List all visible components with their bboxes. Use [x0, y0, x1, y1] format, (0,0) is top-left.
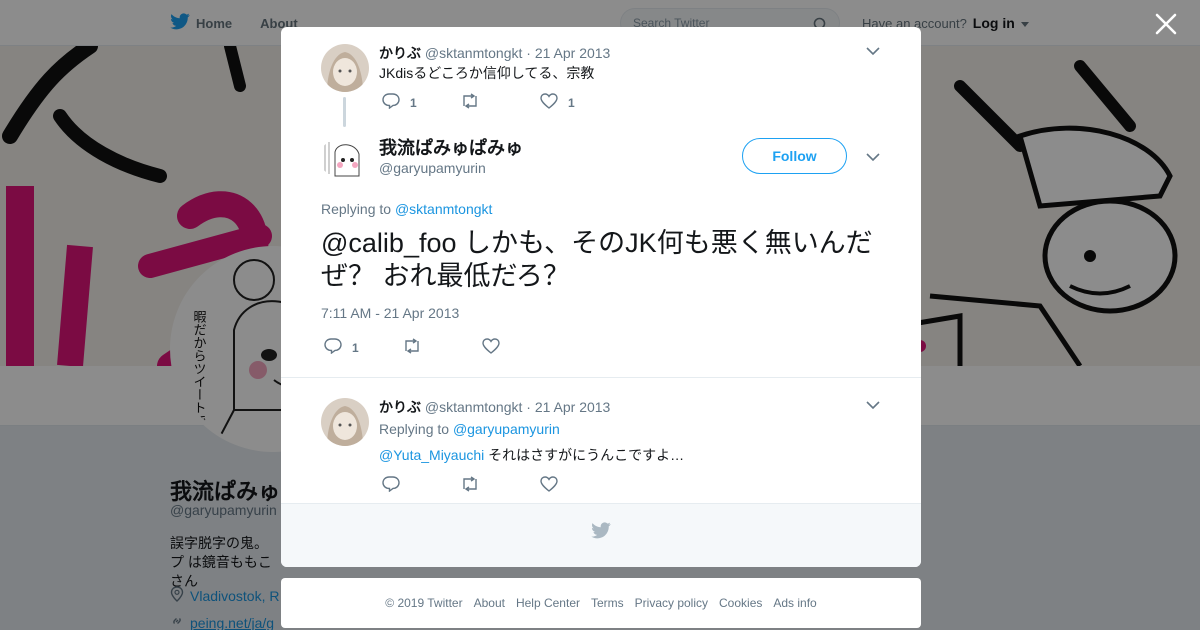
replying-to-label: Replying to [321, 201, 392, 217]
reply-button[interactable]: 1 [382, 93, 460, 112]
replying-to-link[interactable]: @sktanmtongkt [395, 201, 492, 217]
reply-count: 1 [352, 340, 359, 355]
footer-link-terms[interactable]: Terms [591, 596, 624, 610]
chevron-down-icon[interactable] [865, 43, 881, 59]
footer-link-privacy-policy[interactable]: Privacy policy [635, 596, 708, 610]
avatar[interactable] [321, 134, 369, 182]
tweet-date[interactable]: 21 Apr 2013 [535, 399, 611, 415]
retweet-button[interactable] [460, 476, 540, 495]
avatar[interactable] [321, 44, 369, 92]
reply-icon [324, 338, 342, 357]
like-button[interactable] [482, 338, 510, 357]
avatar[interactable] [321, 398, 369, 446]
tweet-author-handle[interactable]: @garyupamyurin [379, 160, 486, 176]
tweet-header: かりぶ @sktanmtongkt · 21 Apr 2013 [379, 43, 610, 63]
tweet-body: それはさすがにうんこですよ… [488, 447, 685, 463]
retweet-icon [402, 338, 422, 357]
footer-link-help-center[interactable]: Help Center [516, 596, 580, 610]
close-icon[interactable] [1154, 12, 1178, 36]
reply-icon [382, 476, 400, 495]
heart-icon [540, 476, 558, 495]
replying-to-label: Replying to [379, 421, 450, 437]
retweet-icon [460, 476, 480, 495]
tweet-actions: 1 1 [382, 93, 575, 112]
tweet-timestamp[interactable]: 7:11 AM - 21 Apr 2013 [321, 305, 459, 321]
like-count: 1 [568, 95, 575, 110]
tweet-actions [382, 476, 568, 495]
tweet-author-name[interactable]: かりぶ [379, 399, 421, 415]
retweet-button[interactable] [402, 338, 482, 357]
follow-button[interactable]: Follow [742, 138, 847, 174]
replying-to: Replying to @garyupamyurin [379, 421, 560, 437]
tweet-text: @Yuta_Miyauchi それはさすがにうんこですよ… [379, 445, 684, 465]
tweet-text-large: @calib_foo しかも、そのJK何も悪く無いんだぜ？ おれ最低だろ？ [321, 228, 873, 291]
tweet-permalink-modal: かりぶ @sktanmtongkt · 21 Apr 2013 JKdisるどこ… [281, 27, 921, 567]
copyright-text: © 2019 Twitter [385, 596, 463, 610]
tweet-date[interactable]: 21 Apr 2013 [535, 45, 611, 61]
tweet-actions: 1 [324, 338, 510, 357]
heart-icon [482, 338, 500, 357]
chevron-down-icon[interactable] [865, 149, 881, 165]
modal-footer [281, 503, 921, 567]
divider [281, 377, 921, 378]
tweet-header: かりぶ @sktanmtongkt · 21 Apr 2013 [379, 397, 610, 417]
retweet-button[interactable] [460, 93, 540, 112]
replying-to: Replying to @sktanmtongkt [321, 201, 492, 217]
mention-link[interactable]: @Yuta_Miyauchi [379, 447, 484, 463]
tweet-author-handle[interactable]: @sktanmtongkt [425, 399, 522, 415]
reply-icon [382, 93, 400, 112]
like-button[interactable]: 1 [540, 93, 575, 112]
reply-button[interactable] [382, 476, 460, 495]
reply-button[interactable]: 1 [324, 338, 402, 357]
tweet-text: JKdisるどころか信仰してる、宗教 [379, 65, 595, 81]
tweet-author-name[interactable]: 我流ぱみゅぱみゅ [379, 134, 523, 160]
chevron-down-icon[interactable] [865, 397, 881, 413]
retweet-icon [460, 93, 480, 112]
separator-dot: · [526, 45, 535, 61]
tweet-author-handle[interactable]: @sktanmtongkt [425, 45, 522, 61]
reply-count: 1 [410, 95, 417, 110]
page-footer: © 2019 Twitter About Help Center Terms P… [281, 578, 921, 628]
footer-link-ads-info[interactable]: Ads info [773, 596, 816, 610]
heart-icon [540, 93, 558, 112]
tweet-author-name[interactable]: かりぶ [379, 45, 421, 61]
thread-connector [343, 97, 346, 127]
separator-dot: · [526, 399, 535, 415]
replying-to-link[interactable]: @garyupamyurin [453, 421, 560, 437]
footer-link-cookies[interactable]: Cookies [719, 596, 762, 610]
like-button[interactable] [540, 476, 568, 495]
twitter-bird-icon [591, 522, 611, 544]
footer-link-about[interactable]: About [474, 596, 505, 610]
